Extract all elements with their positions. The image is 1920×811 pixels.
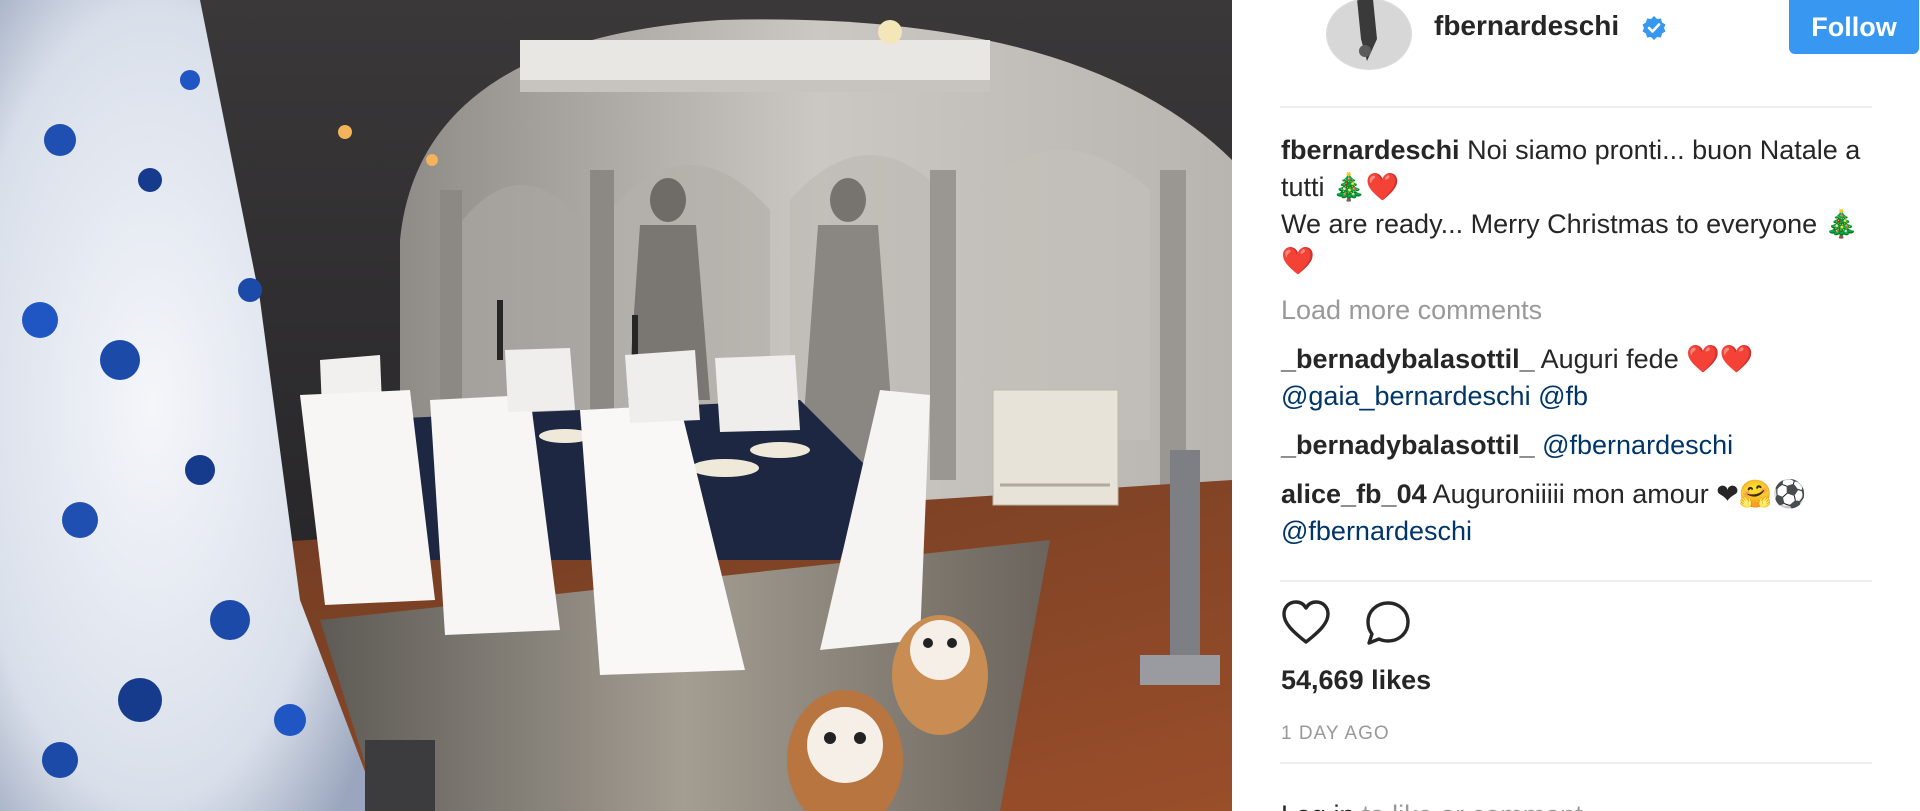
comment-item: _bernadybalasottil_ @fbernardeschi [1281, 427, 1871, 464]
comment-text: Auguri fede ❤️❤️ [1540, 344, 1754, 374]
verified-badge-icon [1642, 16, 1666, 40]
load-more-comments-link[interactable]: Load more comments [1281, 292, 1871, 329]
comment-author[interactable]: _bernadybalasottil_ [1281, 430, 1535, 460]
footer-divider [1280, 762, 1872, 764]
likes-count[interactable]: 54,669 likes [1281, 665, 1431, 696]
post-sidebar: fbernardeschi Follow fbernardeschi Noi s… [1232, 0, 1920, 811]
comment-bubble-icon[interactable] [1364, 599, 1412, 647]
comment-mention[interactable]: @fbernardeschi [1281, 516, 1472, 546]
login-link[interactable]: Log in [1281, 800, 1355, 811]
follow-button[interactable]: Follow [1789, 0, 1919, 54]
caption-text-english: We are ready... Merry Christmas to every… [1281, 209, 1859, 276]
instagram-post-page: fbernardeschi Follow fbernardeschi Noi s… [0, 0, 1920, 811]
comment-mention[interactable]: @fbernardeschi [1542, 430, 1733, 460]
comment-author[interactable]: alice_fb_04 [1281, 479, 1427, 509]
comment-author[interactable]: _bernadybalasottil_ [1281, 344, 1535, 374]
comment-mention[interactable]: @fb [1538, 381, 1588, 411]
comment-item: alice_fb_04 Auguroniiiii mon amour ❤🤗⚽ @… [1281, 476, 1871, 550]
comments-divider [1280, 580, 1872, 582]
header-username[interactable]: fbernardeschi [1434, 10, 1619, 42]
header-divider [1280, 106, 1872, 108]
comment-text: Auguroniiiii mon amour ❤🤗⚽ [1432, 479, 1807, 509]
caption: fbernardeschi Noi siamo pronti... buon N… [1281, 132, 1871, 280]
post-timestamp[interactable]: 1 DAY AGO [1281, 723, 1390, 745]
login-prompt: Log in to like or comment. [1281, 800, 1590, 811]
avatar-image [1327, 0, 1411, 69]
post-header: fbernardeschi Follow [1280, 0, 1919, 106]
comment-item: _bernadybalasottil_ Auguri fede ❤️❤️ @ga… [1281, 341, 1871, 415]
login-prompt-text: to like or comment. [1355, 800, 1590, 811]
avatar[interactable] [1326, 0, 1412, 70]
post-photo[interactable] [0, 0, 1232, 811]
photo-illustration [0, 0, 1232, 811]
caption-author[interactable]: fbernardeschi [1281, 135, 1460, 165]
comment-mention[interactable]: @gaia_bernardeschi [1281, 381, 1531, 411]
heart-icon[interactable] [1280, 597, 1332, 649]
comments-section: fbernardeschi Noi siamo pronti... buon N… [1281, 132, 1871, 562]
